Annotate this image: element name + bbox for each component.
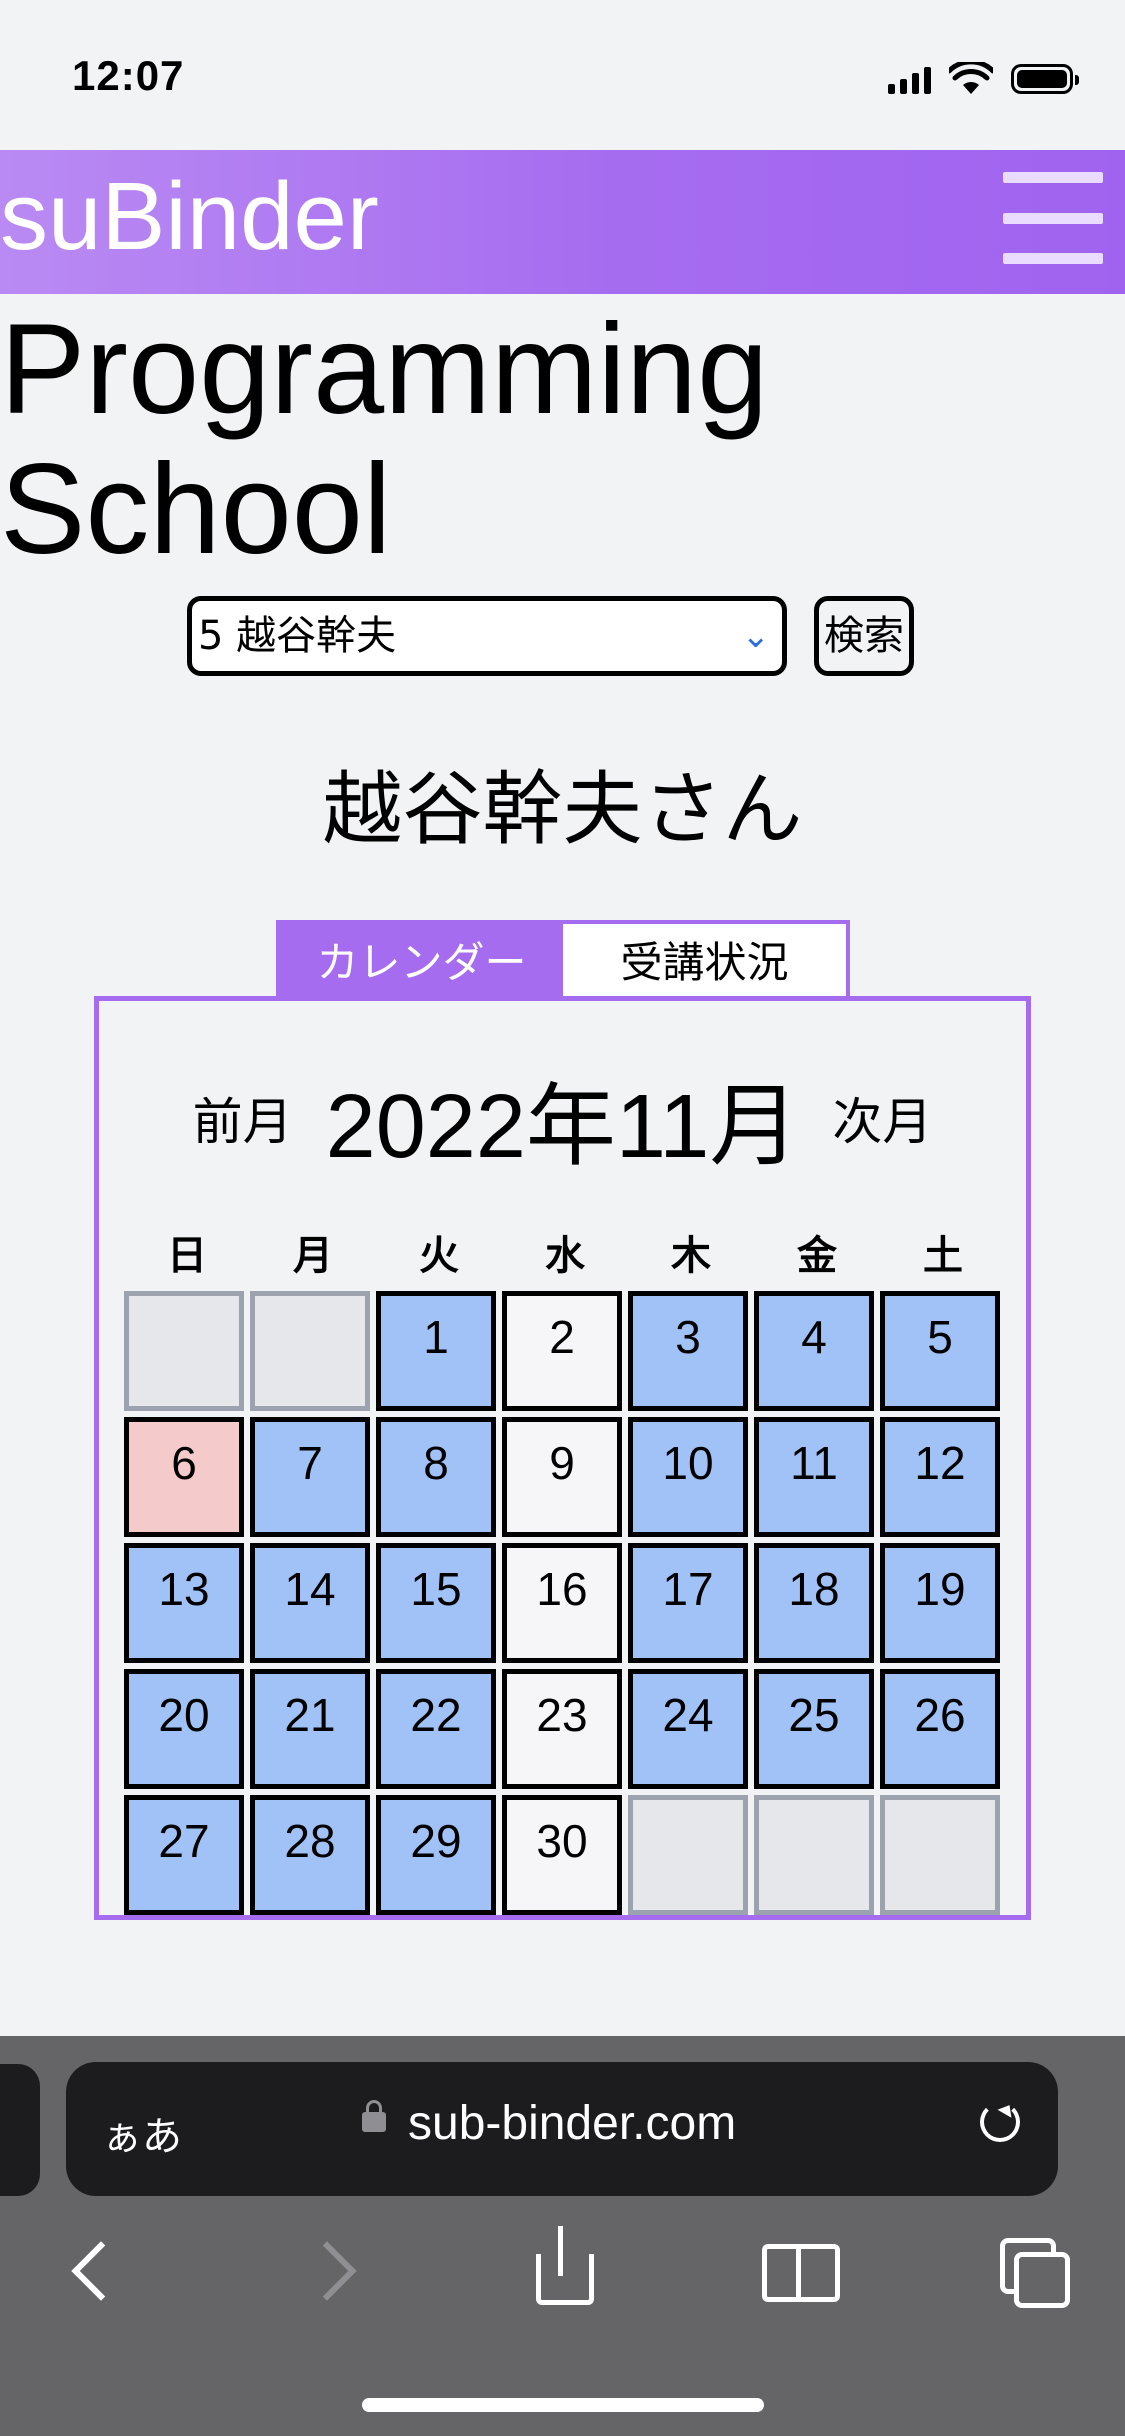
calendar-day[interactable]: 13 bbox=[124, 1543, 244, 1663]
lock-icon bbox=[362, 2100, 386, 2132]
calendar-day[interactable]: 1 bbox=[376, 1291, 496, 1411]
reader-options-button[interactable]: ぁあ bbox=[102, 2104, 182, 2162]
calendar-day[interactable]: 18 bbox=[754, 1543, 874, 1663]
search-button[interactable]: 検索 bbox=[814, 596, 914, 676]
calendar-day[interactable]: 10 bbox=[628, 1417, 748, 1537]
status-bar: 12:07 bbox=[0, 0, 1125, 150]
prev-month-button[interactable]: 前月 bbox=[193, 1093, 293, 1151]
calendar-day[interactable]: 4 bbox=[754, 1291, 874, 1411]
back-icon[interactable] bbox=[62, 2232, 142, 2312]
month-navigation: 前月 2022年11月 次月 bbox=[99, 1053, 1026, 1183]
address-bar[interactable]: ぁあ sub-binder.com bbox=[66, 2062, 1058, 2196]
next-month-button[interactable]: 次月 bbox=[832, 1093, 932, 1151]
previous-tab-peek[interactable] bbox=[0, 2064, 40, 2196]
calendar-day[interactable]: 21 bbox=[250, 1669, 370, 1789]
student-select-value: 5 越谷幹夫 bbox=[198, 613, 397, 659]
calendar-day-empty bbox=[124, 1291, 244, 1411]
calendar-day[interactable]: 19 bbox=[880, 1543, 1000, 1663]
weekday-label: 木 bbox=[671, 1233, 711, 1279]
forward-icon[interactable] bbox=[298, 2232, 378, 2312]
calendar-day[interactable]: 24 bbox=[628, 1669, 748, 1789]
bookmarks-icon[interactable] bbox=[758, 2232, 840, 2312]
calendar-day[interactable]: 27 bbox=[124, 1795, 244, 1915]
calendar-day[interactable]: 3 bbox=[628, 1291, 748, 1411]
wifi-icon bbox=[949, 62, 993, 94]
month-title: 2022年11月 bbox=[325, 1077, 800, 1177]
weekday-label: 火 bbox=[419, 1233, 459, 1279]
calendar-day[interactable]: 29 bbox=[376, 1795, 496, 1915]
calendar-day-empty bbox=[628, 1795, 748, 1915]
calendar-day[interactable]: 28 bbox=[250, 1795, 370, 1915]
tab-calendar[interactable]: カレンダー bbox=[280, 924, 563, 998]
reload-icon[interactable] bbox=[980, 2102, 1020, 2142]
chevron-down-icon: ⌄ bbox=[741, 616, 771, 656]
calendar-day[interactable]: 25 bbox=[754, 1669, 874, 1789]
calendar-day[interactable]: 7 bbox=[250, 1417, 370, 1537]
brand-logo[interactable]: suBinder bbox=[0, 164, 379, 270]
status-time: 12:07 bbox=[72, 52, 185, 99]
calendar-day[interactable]: 30 bbox=[502, 1795, 622, 1915]
menu-icon[interactable] bbox=[1003, 172, 1103, 264]
student-select[interactable]: 5 越谷幹夫 ⌄ bbox=[187, 596, 787, 676]
calendar-day[interactable]: 23 bbox=[502, 1669, 622, 1789]
calendar-day-empty bbox=[880, 1795, 1000, 1915]
calendar-grid: 1 2 3 4 5 6 7 8 9 10 11 12 13 14 15 16 17 18 19 20 21 22 23 24 2… bbox=[124, 1291, 1000, 1915]
calendar-day[interactable]: 15 bbox=[376, 1543, 496, 1663]
calendar-day[interactable]: 9 bbox=[502, 1417, 622, 1537]
weekday-label: 水 bbox=[545, 1233, 585, 1279]
calendar-day[interactable]: 26 bbox=[880, 1669, 1000, 1789]
url-text[interactable]: sub-binder.com bbox=[408, 2096, 736, 2151]
calendar-day[interactable]: 17 bbox=[628, 1543, 748, 1663]
home-indicator bbox=[362, 2398, 764, 2412]
weekday-label: 月 bbox=[293, 1233, 333, 1279]
page-title: Programming School bbox=[0, 298, 769, 581]
weekday-label: 日 bbox=[167, 1233, 207, 1279]
battery-icon bbox=[1011, 64, 1079, 94]
app-header: suBinder bbox=[0, 150, 1125, 294]
calendar-day[interactable]: 6 bbox=[124, 1417, 244, 1537]
weekday-label: 土 bbox=[923, 1233, 963, 1279]
calendar-day[interactable]: 20 bbox=[124, 1669, 244, 1789]
calendar-day-empty bbox=[754, 1795, 874, 1915]
browser-toolbar bbox=[0, 2226, 1125, 2352]
calendar-day[interactable]: 11 bbox=[754, 1417, 874, 1537]
calendar-day[interactable]: 2 bbox=[502, 1291, 622, 1411]
calendar-day[interactable]: 5 bbox=[880, 1291, 1000, 1411]
tabs-icon[interactable] bbox=[996, 2232, 1076, 2312]
calendar-day[interactable]: 8 bbox=[376, 1417, 496, 1537]
browser-bottom-bar: ぁあ sub-binder.com bbox=[0, 2036, 1125, 2436]
weekday-label: 金 bbox=[797, 1233, 837, 1279]
calendar-day[interactable]: 12 bbox=[880, 1417, 1000, 1537]
user-name-heading: 越谷幹夫さん bbox=[322, 763, 803, 856]
calendar-day[interactable]: 14 bbox=[250, 1543, 370, 1663]
status-icons bbox=[888, 62, 1079, 96]
tab-attendance-status[interactable]: 受講状況 bbox=[563, 924, 846, 998]
view-tabs: カレンダー 受講状況 bbox=[276, 920, 850, 998]
calendar-day[interactable]: 22 bbox=[376, 1669, 496, 1789]
calendar-day-empty bbox=[250, 1291, 370, 1411]
calendar-panel: 前月 2022年11月 次月 日月火水木金土 1 2 3 4 5 6 7 8 9 10 11 12 13… bbox=[94, 996, 1031, 1920]
cellular-signal-icon bbox=[888, 64, 931, 94]
weekday-header: 日月火水木金土 bbox=[124, 1223, 1006, 1281]
share-icon[interactable] bbox=[522, 2226, 602, 2312]
calendar-day[interactable]: 16 bbox=[502, 1543, 622, 1663]
